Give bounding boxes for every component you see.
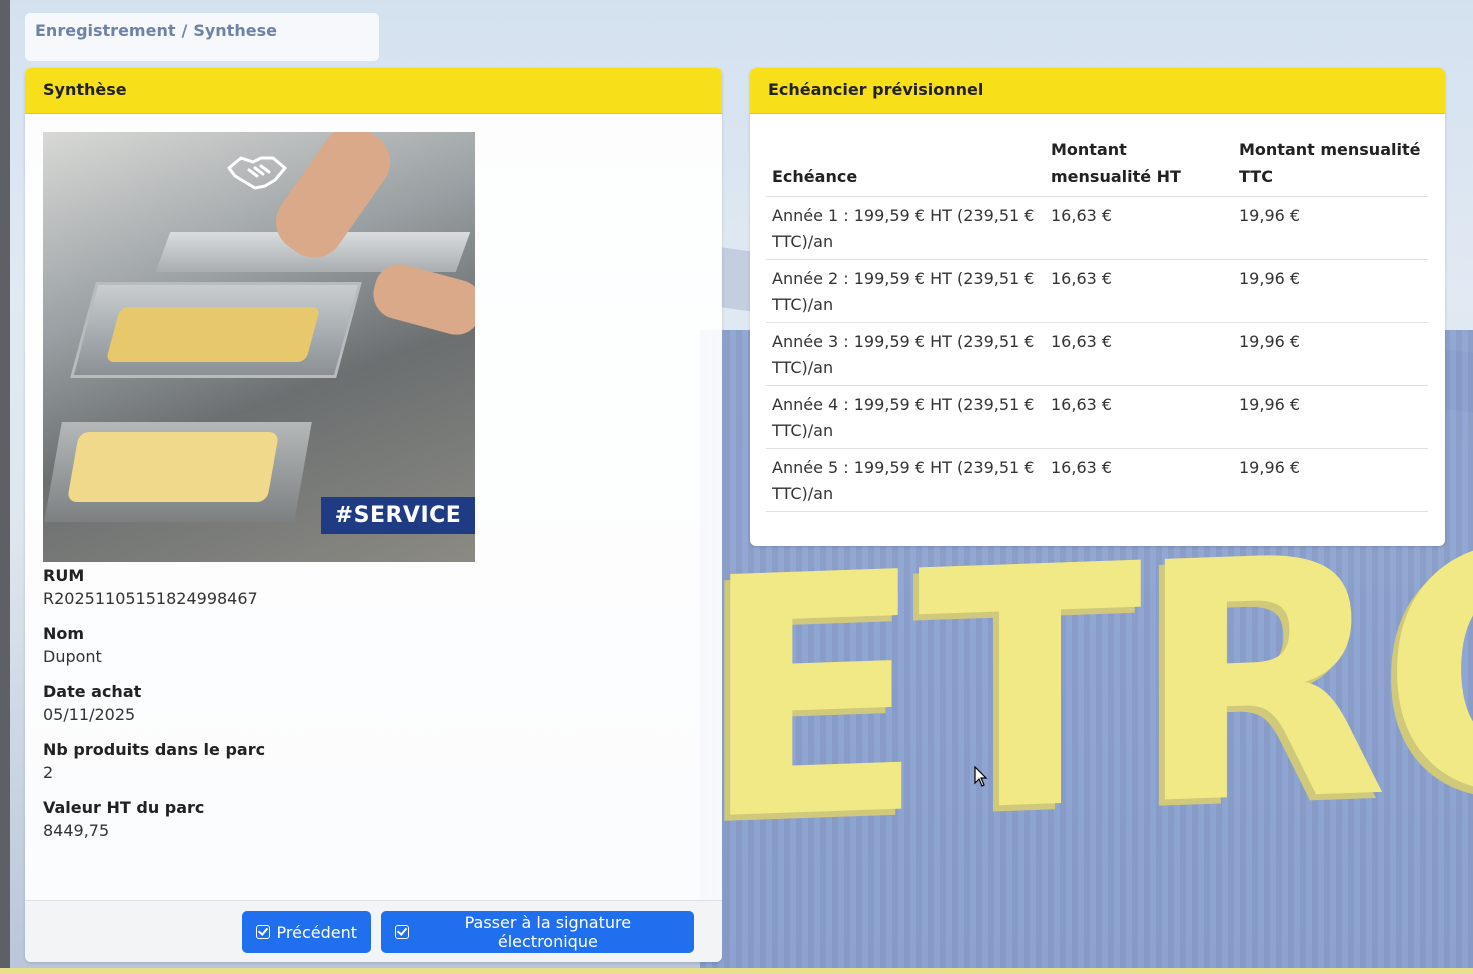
schedule-card: Echéancier prévisionnel Echéance Montant… <box>750 68 1445 546</box>
cell-echeance: Année 1 : 199,59 € HT (239,51 € TTC)/an <box>766 196 1045 260</box>
breadcrumb-link-enregistrement[interactable]: Enregistrement <box>35 21 175 40</box>
cell-montant-ht: 16,63 € <box>1045 385 1233 449</box>
table-row: Année 5 : 199,59 € HT (239,51 € TTC)/an … <box>766 448 1428 512</box>
field-value-valeur-ht: 8449,75 <box>43 821 110 840</box>
schedule-card-title: Echéancier prévisionnel <box>750 68 1445 114</box>
summary-card: Synthèse #SERVICE RUM R20251105151824998… <box>25 68 722 962</box>
table-row: Année 3 : 199,59 € HT (239,51 € TTC)/an … <box>766 322 1428 386</box>
electronic-signature-button-label: Passer à la signature électronique <box>464 913 632 951</box>
table-header-row: Echéance Montant mensualité HT Montant m… <box>766 132 1428 197</box>
field-value-rum: R20251105151824998467 <box>43 589 258 608</box>
cell-montant-ttc: 19,96 € <box>1233 385 1428 449</box>
product-image: #SERVICE <box>43 132 475 562</box>
column-header-montant-ttc: Montant mensualité TTC <box>1233 132 1428 197</box>
cell-echeance: Année 3 : 199,59 € HT (239,51 € TTC)/an <box>766 322 1045 386</box>
previous-button-label: Précédent <box>276 922 358 942</box>
checkbox-icon <box>256 925 270 939</box>
service-tag: #SERVICE <box>321 497 475 534</box>
field-label-rum: RUM <box>43 566 85 585</box>
image-hand <box>367 258 475 341</box>
cell-montant-ttc: 19,96 € <box>1233 448 1428 512</box>
column-header-montant-ht: Montant mensualité HT <box>1045 132 1233 197</box>
field-value-date-achat: 05/11/2025 <box>43 705 136 724</box>
summary-fields: RUM R20251105151824998467 Nom Dupont Dat… <box>43 566 265 844</box>
background-edge <box>0 0 10 974</box>
breadcrumb-separator: / <box>181 21 188 40</box>
field-label-date-achat: Date achat <box>43 682 142 701</box>
summary-card-title: Synthèse <box>25 68 722 114</box>
image-fries-oil <box>66 432 280 502</box>
breadcrumb: Enregistrement / Synthese <box>25 13 379 61</box>
handshake-icon <box>227 156 287 190</box>
column-header-echeance: Echéance <box>766 132 1045 197</box>
field-value-nom: Dupont <box>43 647 102 666</box>
cell-echeance: Année 5 : 199,59 € HT (239,51 € TTC)/an <box>766 448 1045 512</box>
cell-montant-ttc: 19,96 € <box>1233 259 1428 323</box>
cell-montant-ht: 16,63 € <box>1045 259 1233 323</box>
table-row: Année 4 : 199,59 € HT (239,51 € TTC)/an … <box>766 385 1428 449</box>
cell-montant-ttc: 19,96 € <box>1233 322 1428 386</box>
table-row: Année 1 : 199,59 € HT (239,51 € TTC)/an … <box>766 196 1428 260</box>
checkbox-icon <box>395 925 409 939</box>
summary-card-footer: Précédent Passer à la signature électron… <box>25 900 722 962</box>
cell-montant-ttc: 19,96 € <box>1233 196 1428 260</box>
schedule-table: Echéance Montant mensualité HT Montant m… <box>766 132 1428 512</box>
cell-montant-ht: 16,63 € <box>1045 322 1233 386</box>
table-row: Année 2 : 199,59 € HT (239,51 € TTC)/an … <box>766 259 1428 323</box>
previous-button[interactable]: Précédent <box>242 911 371 953</box>
field-label-nom: Nom <box>43 624 85 643</box>
cell-montant-ht: 16,63 € <box>1045 196 1233 260</box>
image-fries <box>105 307 321 362</box>
mouse-cursor-icon <box>974 766 988 787</box>
breadcrumb-current: Synthese <box>193 21 277 40</box>
field-label-nb-produits: Nb produits dans le parc <box>43 740 266 759</box>
electronic-signature-button[interactable]: Passer à la signature électronique <box>381 911 694 953</box>
cell-montant-ht: 16,63 € <box>1045 448 1233 512</box>
cell-echeance: Année 4 : 199,59 € HT (239,51 € TTC)/an <box>766 385 1045 449</box>
cell-echeance: Année 2 : 199,59 € HT (239,51 € TTC)/an <box>766 259 1045 323</box>
background-bottom-strip <box>0 968 1473 974</box>
field-label-valeur-ht: Valeur HT du parc <box>43 798 205 817</box>
field-value-nb-produits: 2 <box>43 763 54 782</box>
